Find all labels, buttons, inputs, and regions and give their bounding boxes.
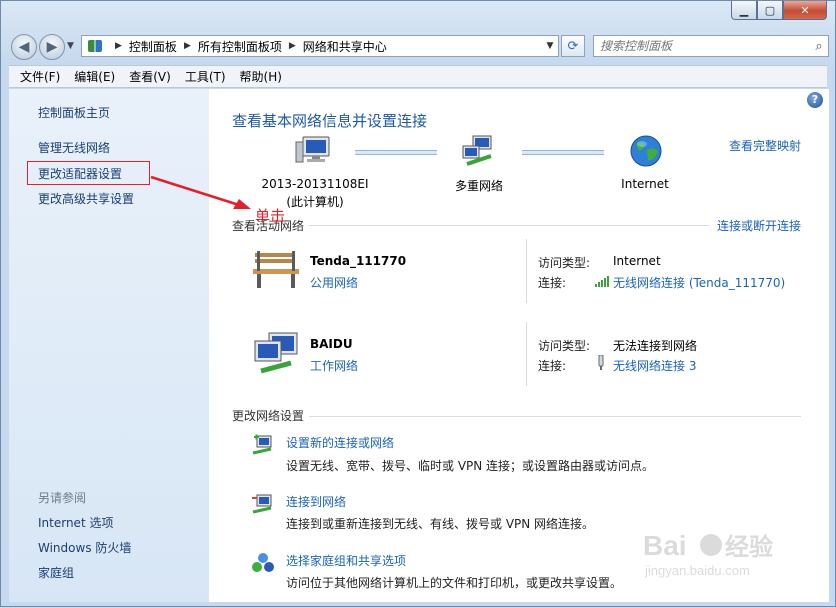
network-type-link-2[interactable]: 工作网络 [310,357,358,374]
section-divider [309,416,801,417]
menu-view[interactable]: 查看(V) [122,66,178,87]
new-connection-icon[interactable] [251,434,275,456]
sidebar-link-homegroup[interactable]: 家庭组 [38,564,74,581]
sidebar-link-control-panel-home[interactable]: 控制面板主页 [38,104,110,121]
change-settings-title: 更改网络设置 [232,409,305,423]
menu-tools[interactable]: 工具(T) [178,66,233,87]
forward-button[interactable]: ▶ [39,34,65,60]
sidebar-link-manage-wireless[interactable]: 管理无线网络 [38,139,110,156]
address-dropdown-icon[interactable]: ▼ [542,41,558,51]
full-map-link[interactable]: 查看完整映射 [729,137,801,154]
svg-text:jingyan.baidu.com: jingyan.baidu.com [644,563,750,578]
chevron-right-icon[interactable]: ▶ [184,41,191,51]
network-type-link-1[interactable]: 公用网络 [310,274,358,291]
sidebar-link-internet-options[interactable]: Internet 选项 [38,514,113,531]
search-icon[interactable]: ⌕ [810,39,828,54]
globe-icon[interactable] [629,134,663,168]
access-type-value-2: 无法连接到网络 [613,339,698,353]
multiple-networks-icon[interactable] [461,134,497,168]
breadcrumb-network-center[interactable]: 网络和共享中心 [303,38,387,55]
annotation-click-label: 单击 [255,207,286,225]
map-link-line [522,150,604,155]
recent-pages-dropdown[interactable]: ▼ [67,41,74,51]
connect-disconnect-link[interactable]: 连接或断开连接 [717,217,801,234]
breadcrumb-control-panel[interactable]: 控制面板 [129,38,177,55]
wifi-signal-icon [595,276,609,287]
menu-help[interactable]: 帮助(H) [233,66,289,87]
page-title: 查看基本网络信息并设置连接 [232,112,428,130]
computer-icon[interactable] [295,134,331,166]
work-network-icon[interactable] [251,331,301,377]
menu-bar: 文件(F) 编辑(E) 查看(V) 工具(T) 帮助(H) [9,65,827,88]
maximize-button[interactable]: ▢ [757,1,783,20]
public-network-bench-icon[interactable] [251,247,301,291]
search-input[interactable] [594,38,810,54]
network-name-2: BAIDU [310,337,353,351]
network-name-1: Tenda_111770 [310,254,407,268]
connect-network-icon[interactable] [251,493,275,515]
chevron-right-icon[interactable]: ▶ [115,41,122,51]
section-divider [309,225,709,226]
map-node-multi-network[interactable]: 多重网络 [439,177,519,194]
close-button[interactable]: ✕ [783,1,827,20]
wireless-adapter-icon [598,355,604,370]
back-button[interactable]: ◀ [11,34,37,60]
explorer-window: ▁ ▢ ✕ ◀ ▶ ▼ ▶ 控制面板 ▶ 所有控制面板项 ▶ 网络和共享中心 ▼… [0,0,836,607]
address-bar[interactable]: ▶ 控制面板 ▶ 所有控制面板项 ▶ 网络和共享中心 ▼ [81,35,559,57]
menu-edit[interactable]: 编辑(E) [67,66,122,87]
chevron-right-icon[interactable]: ▶ [289,41,296,51]
navigation-row: ◀ ▶ ▼ ▶ 控制面板 ▶ 所有控制面板项 ▶ 网络和共享中心 ▼ ⟳ ⌕ [9,33,829,61]
task-desc-new-connection: 设置无线、宽带、拨号、临时或 VPN 连接；或设置路由器或访问点。 [286,459,655,473]
map-link-line [355,150,437,155]
connection-label-2: 连接: [538,359,567,373]
refresh-icon: ⟳ [567,38,579,54]
control-panel-icon [88,40,102,52]
see-also-title: 另请参阅 [38,491,87,505]
highlight-box [27,161,150,185]
connection-link-2[interactable]: 无线网络连接 3 [613,357,696,374]
forward-arrow-icon: ▶ [46,39,58,55]
access-type-label-2: 访问类型: [538,339,591,353]
caption-buttons: ▁ ▢ ✕ [731,1,827,20]
menu-file[interactable]: 文件(F) [13,66,67,87]
baidu-watermark-logo: Bai 经验 jingyan.baidu.com [643,530,773,578]
refresh-button[interactable]: ⟳ [561,35,585,57]
help-icon[interactable]: ? [807,92,823,108]
access-type-label-1: 访问类型: [538,256,591,270]
search-box[interactable]: ⌕ [593,35,829,57]
computer-name: 2013-20131108EI [261,177,369,191]
minimize-button[interactable]: ▁ [731,1,757,20]
breadcrumb-all-items[interactable]: 所有控制面板项 [198,38,282,55]
vertical-divider [526,322,527,386]
svg-text:经验: 经验 [725,533,773,561]
task-link-connect-network[interactable]: 连接到网络 [286,493,346,510]
task-link-homegroup[interactable]: 选择家庭组和共享选项 [286,552,406,569]
access-type-value-1: Internet [613,254,661,268]
map-node-internet[interactable]: Internet [605,177,685,191]
vertical-divider [526,239,527,303]
connection-link-1[interactable]: 无线网络连接 (Tenda_111770) [613,274,785,291]
task-desc-homegroup: 访问位于其他网络计算机上的文件和打印机，或更改共享设置。 [286,576,623,590]
sidebar-link-windows-firewall[interactable]: Windows 防火墙 [38,539,131,556]
connection-label-1: 连接: [538,276,567,290]
task-desc-connect-network: 连接到或重新连接到无线、有线、拨号或 VPN 网络连接。 [286,517,595,531]
sidebar-link-advanced-sharing[interactable]: 更改高级共享设置 [38,190,134,207]
homegroup-icon[interactable] [251,552,275,574]
back-arrow-icon: ◀ [18,39,30,55]
task-link-new-connection[interactable]: 设置新的连接或网络 [286,434,394,451]
svg-text:Bai: Bai [643,530,687,561]
